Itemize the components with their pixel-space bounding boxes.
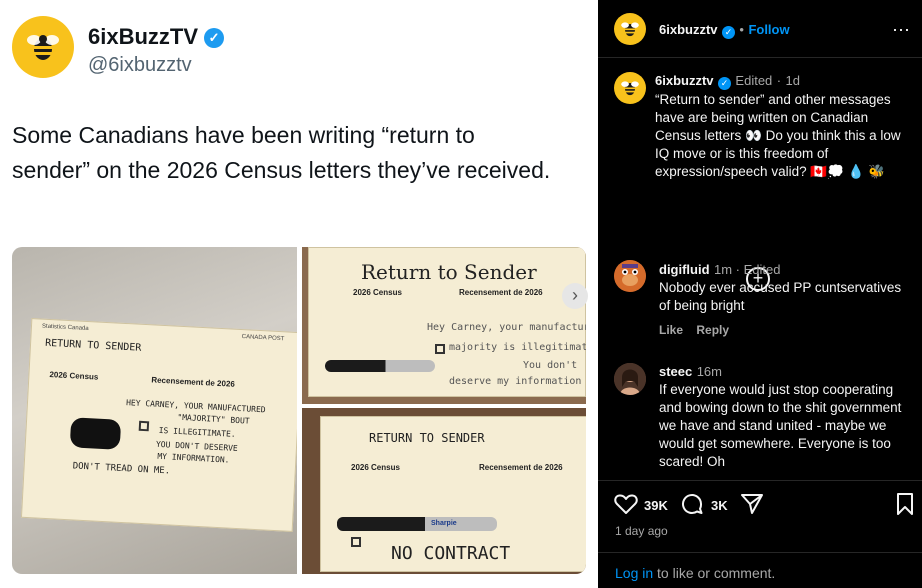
action-bar: 39K 3K 1 day ago Log in to like or comme…: [598, 480, 922, 588]
tweet-screenshot: 6ixBuzzTV ✓ @6ixbuzztv Some Canadians hav…: [0, 0, 598, 588]
handwritten-line: majority is illegitimate!: [449, 342, 586, 353]
caption-text: “Return to sender” and other messages ha…: [655, 92, 901, 179]
barcode: [138, 420, 150, 432]
header-avatar[interactable]: [614, 13, 646, 45]
sharpie-marker: [337, 517, 497, 531]
census-envelope: Statistics Canada CANADA POST RETURN TO …: [20, 318, 297, 532]
header-username[interactable]: 6ixbuzztv: [659, 22, 718, 37]
bee-logo-icon: [621, 81, 639, 96]
handwritten-title: Return to Sender: [361, 260, 537, 284]
handwritten-return: RETURN TO SENDER: [44, 337, 142, 354]
tweet-avatar: [12, 16, 74, 78]
census-title-fr: Recensement de 2026: [479, 463, 563, 472]
handwritten-line: DON'T TREAD ON ME.: [72, 461, 171, 477]
comment-meta: steec 16m: [659, 363, 722, 381]
barcode: [435, 344, 445, 354]
threads-panel: 6ixbuzztv ✓ • Follow ⋯ 6ixbuzztv ✓ Edite…: [598, 0, 922, 588]
login-prompt: Log in to like or comment.: [615, 565, 775, 581]
separator-dot: •: [739, 22, 744, 37]
like-comment-button[interactable]: Like: [659, 323, 683, 337]
tweet-handle: @6ixbuzztv: [88, 54, 192, 76]
comment-actions: Like Reply: [659, 323, 729, 337]
comment-meta: digifluid 1m · Edited: [659, 262, 781, 277]
edited-label: Edited: [743, 262, 781, 277]
follow-button[interactable]: Follow: [748, 22, 789, 37]
share-icon[interactable]: [740, 493, 764, 515]
comment-avatar[interactable]: [614, 260, 646, 292]
more-options-icon[interactable]: ⋯: [892, 20, 911, 41]
bee-logo-icon: [27, 35, 59, 60]
post-avatar[interactable]: [614, 72, 646, 104]
handwritten-line: HEY CARNEY, YOUR MANUFACTURED: [125, 398, 266, 415]
statcan-header: Statistics Canada: [41, 323, 89, 333]
comment-text: Nobody ever accused PP cuntservatives of…: [659, 280, 902, 313]
comment-time: 1m: [714, 262, 733, 277]
comment-username[interactable]: digifluid: [659, 262, 710, 277]
caption-meta: 6ixbuzztv ✓ Edited · 1d: [655, 72, 800, 90]
tweet-name-text: 6ixBuzzTV: [88, 24, 199, 49]
separator-dot: ·: [776, 73, 782, 88]
census-envelope: RETURN TO SENDER 2026 Census Recensement…: [320, 416, 586, 572]
caption-username[interactable]: 6ixbuzztv: [655, 73, 714, 88]
census-title-fr: Recensement de 2026: [459, 288, 543, 297]
barcode: [351, 537, 361, 547]
login-link[interactable]: Log in: [615, 565, 653, 581]
comment-time: 16m: [696, 364, 722, 379]
handwritten-line: deserve my information: [449, 376, 582, 387]
sharpie-marker: [325, 360, 435, 372]
census-envelope: Return to Sender 2026 Census Recensement…: [308, 247, 586, 397]
verified-badge-icon: ✓: [717, 77, 731, 90]
verified-badge-icon: ✓: [721, 26, 735, 39]
divider: [598, 552, 922, 553]
muppet-avatar-icon: [614, 260, 646, 292]
post-header: 6ixbuzztv ✓ • Follow ⋯: [598, 0, 922, 58]
redacted-area: [69, 417, 122, 450]
canada-post-header: CANADA POST: [241, 334, 285, 343]
header-user-line: 6ixbuzztv ✓ • Follow: [659, 21, 790, 39]
bee-logo-icon: [621, 22, 639, 37]
handwritten-line: YOU DON'T DESERVE: [155, 439, 239, 453]
post-date: 1 day ago: [615, 524, 668, 538]
tweet-display-name: 6ixBuzzTV ✓: [88, 24, 225, 50]
handwritten-line: IS ILLEGITIMATE.: [158, 425, 236, 439]
census-title-en: 2026 Census: [49, 370, 99, 382]
handwritten-title: RETURN TO SENDER: [369, 431, 485, 445]
likes-count: 39K: [644, 498, 668, 513]
verified-badge-icon: ✓: [204, 28, 225, 48]
census-photo-3: RETURN TO SENDER 2026 Census Recensement…: [302, 408, 586, 574]
handwritten-line: NO CONTRACT: [391, 543, 511, 564]
census-title-en: 2026 Census: [351, 463, 400, 472]
handwritten-line: "MAJORITY" BOUT: [177, 412, 250, 426]
census-photo-1: Statistics Canada CANADA POST RETURN TO …: [12, 247, 297, 574]
comment-text: If everyone would just stop cooperating …: [659, 382, 902, 469]
comment-username[interactable]: steec: [659, 364, 692, 379]
tweet-text: Some Canadians have been writing “return…: [12, 122, 551, 183]
handwritten-line: Hey Carney, your manufactured: [427, 322, 586, 333]
login-rest-text: to like or comment.: [657, 565, 776, 581]
next-image-button[interactable]: ›: [562, 283, 588, 309]
census-title-en: 2026 Census: [353, 288, 402, 297]
person-avatar-icon: [614, 363, 646, 395]
comment-icon[interactable]: [680, 492, 704, 516]
reply-button[interactable]: Reply: [696, 323, 729, 337]
census-title-fr: Recensement de 2026: [151, 375, 236, 389]
comments-count: 3K: [711, 498, 728, 513]
comment-avatar[interactable]: [614, 363, 646, 395]
handwritten-line: You don't: [523, 360, 578, 371]
census-photo-2: Return to Sender 2026 Census Recensement…: [302, 247, 586, 404]
edited-label: Edited: [735, 73, 773, 88]
heart-icon[interactable]: [614, 493, 638, 515]
caption-time: 1d: [785, 73, 801, 88]
handwritten-line: MY INFORMATION.: [157, 451, 230, 465]
bookmark-icon[interactable]: [896, 492, 914, 516]
marker-brand: Sharpie: [431, 520, 457, 527]
comments-scroll-area[interactable]: 6ixbuzztv ✓ Edited · 1d “Return to sende…: [598, 58, 922, 478]
